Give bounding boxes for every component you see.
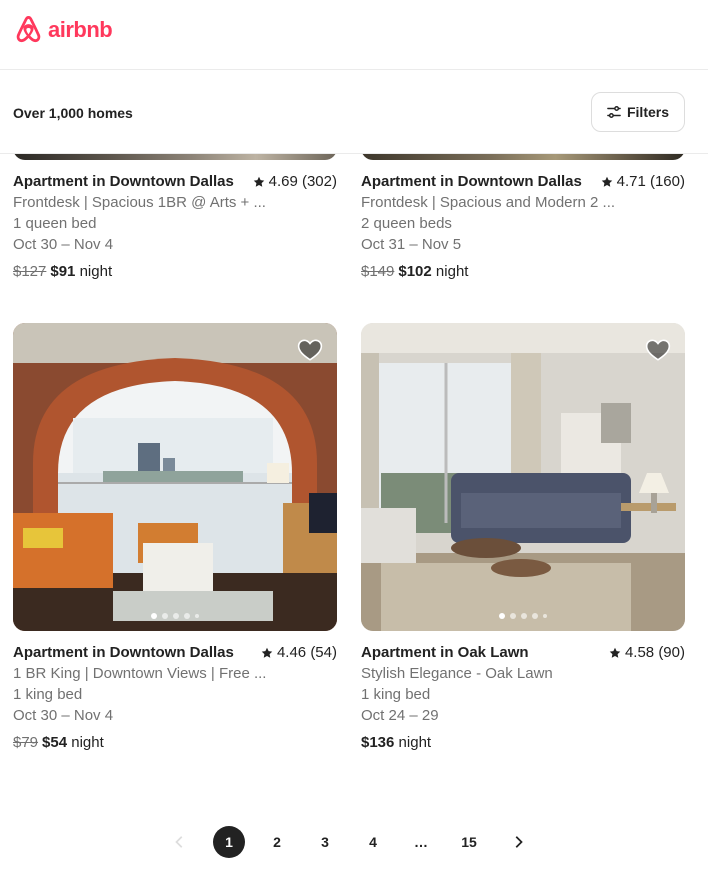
price-unit: night — [435, 263, 469, 280]
brand-name: airbnb — [48, 16, 113, 42]
listing-beds: 1 queen bed — [13, 215, 97, 232]
listing-photo-3[interactable] — [13, 323, 337, 631]
listing-card-2[interactable]: Apartment in Downtown Dallas 4.71 (160) … — [361, 171, 685, 282]
pagination-ellipsis: … — [414, 834, 428, 850]
listing-rating: 4.69 (302) — [253, 171, 337, 192]
discounted-price: $102 — [398, 263, 432, 280]
price-unit: night — [71, 734, 104, 751]
prev-page-button[interactable] — [164, 826, 196, 858]
airbnb-logo[interactable]: airbnb — [13, 13, 113, 46]
listing-beds: 1 king bed — [361, 686, 431, 703]
chevron-right-icon — [515, 836, 523, 848]
listing-dates: Oct 30 – Nov 4 — [13, 236, 114, 253]
listing-price: $127 $91 night — [13, 261, 337, 282]
heart-icon[interactable] — [297, 337, 323, 363]
top-header: airbnb — [0, 0, 708, 70]
chevron-left-icon — [175, 836, 183, 848]
listing-dates: Oct 24 – 29 — [361, 707, 439, 724]
listing-dates: Oct 31 – Nov 5 — [361, 236, 462, 253]
star-icon — [609, 647, 621, 658]
original-price: $149 — [361, 263, 395, 280]
listing-description: Frontdesk | Spacious and Modern 2 ... — [361, 194, 616, 211]
page-2-button[interactable]: 2 — [261, 826, 293, 858]
price-unit: night — [79, 263, 113, 280]
carousel-dots — [13, 613, 337, 619]
listing-title: Apartment in Oak Lawn — [361, 644, 529, 661]
listing-card-4[interactable]: Apartment in Oak Lawn 4.58 (90) Stylish … — [361, 642, 685, 753]
results-count: Over 1,000 homes — [13, 105, 133, 121]
listing-description: Frontdesk | Spacious 1BR @ Arts + ... — [13, 194, 266, 211]
original-price: $127 — [13, 263, 47, 280]
listing-title: Apartment in Downtown Dallas — [361, 173, 582, 190]
sliders-icon — [607, 106, 621, 118]
apartment-photo-living-room — [361, 323, 685, 631]
star-icon — [601, 176, 612, 187]
listing-rating: 4.58 (90) — [609, 642, 685, 663]
listing-dates: Oct 30 – Nov 4 — [13, 707, 114, 724]
listing-beds: 1 king bed — [13, 686, 83, 703]
listing-rating: 4.71 (160) — [601, 171, 685, 192]
listing-photo-4[interactable] — [361, 323, 685, 631]
listing-beds: 2 queen beds — [361, 215, 452, 232]
apartment-photo-brick-arch — [13, 323, 337, 631]
page-3-button[interactable]: 3 — [309, 826, 341, 858]
filters-label: Filters — [626, 104, 669, 120]
listing-card-3[interactable]: Apartment in Downtown Dallas 4.46 (54) 1… — [13, 642, 337, 753]
listing-title: Apartment in Downtown Dallas — [13, 644, 234, 661]
price-unit: night — [398, 734, 432, 751]
page-4-button[interactable]: 4 — [357, 826, 389, 858]
listing-price: $79 $54 night — [13, 732, 337, 753]
pagination: 1 2 3 4 … 15 — [0, 822, 708, 862]
listing-description: Stylish Elegance - Oak Lawn — [361, 665, 553, 682]
listing-description: 1 BR King | Downtown Views | Free ... — [13, 665, 267, 682]
listing-card-1[interactable]: Apartment in Downtown Dallas 4.69 (302) … — [13, 171, 337, 282]
page-15-button[interactable]: 15 — [453, 826, 485, 858]
heart-icon[interactable] — [645, 337, 671, 363]
original-price: $79 — [13, 734, 39, 751]
page-1-button[interactable]: 1 — [213, 826, 245, 858]
listing-price: $136 night — [361, 732, 685, 753]
discounted-price: $54 — [42, 734, 68, 751]
carousel-dots — [361, 613, 685, 619]
listing-rating: 4.46 (54) — [261, 642, 337, 663]
results-toolbar: Over 1,000 homes Filters — [0, 71, 708, 154]
next-page-button[interactable] — [502, 826, 534, 858]
airbnb-belo-icon — [16, 15, 41, 43]
listing-title: Apartment in Downtown Dallas — [13, 173, 234, 190]
listing-price: $149 $102 night — [361, 261, 685, 282]
nightly-price: $136 — [361, 734, 395, 751]
star-icon — [261, 647, 273, 658]
star-icon — [253, 176, 264, 187]
discounted-price: $91 — [50, 263, 76, 280]
filters-button[interactable]: Filters — [591, 92, 685, 132]
